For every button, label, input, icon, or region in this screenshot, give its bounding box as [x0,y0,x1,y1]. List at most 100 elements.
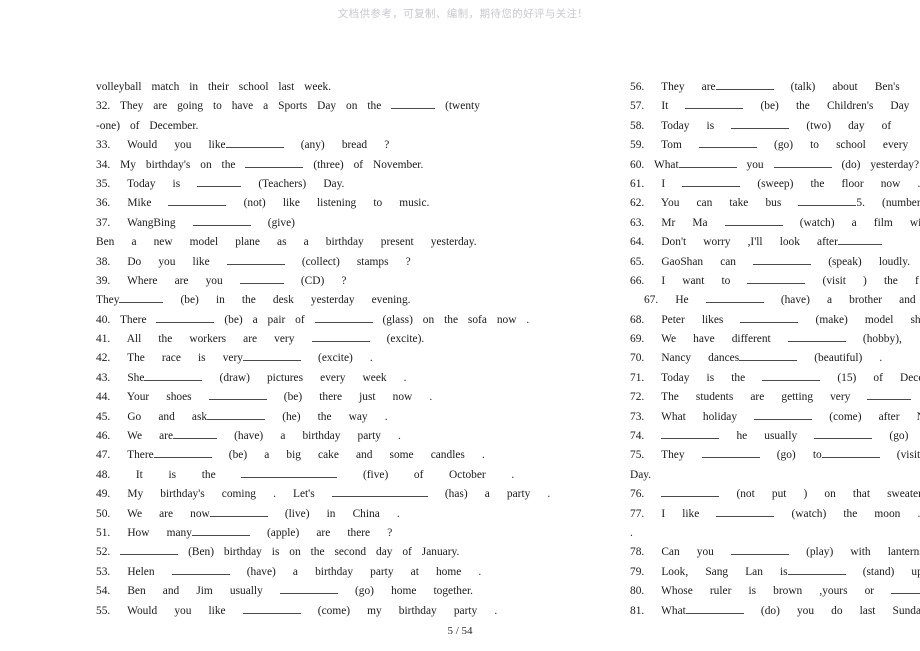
exercise-text: (speak) loudly. [811,255,911,268]
answer-blank[interactable] [787,341,846,343]
exercise-text: 64. Don't worry ,I'll look after [630,236,838,249]
exercise-line: 65. GaoShan can (speak) loudly. [630,253,920,272]
answer-blank[interactable] [661,438,720,440]
exercise-text: 75. They [630,449,702,462]
exercise-text: 68. Peter likes [630,313,741,326]
exercise-text: (has) a party . [427,488,551,501]
answer-blank[interactable] [239,282,284,284]
exercise-text: 45. Go and ask [96,410,208,423]
answer-blank[interactable] [119,302,164,304]
exercise-text: he usually [719,430,815,443]
exercise-text: 60. What [630,158,679,171]
answer-blank[interactable] [311,341,370,343]
answer-blank[interactable] [762,379,821,381]
answer-blank[interactable] [661,496,720,498]
answer-blank[interactable] [314,321,373,323]
answer-blank[interactable] [171,573,230,575]
answer-blank[interactable] [787,573,846,575]
exercise-text: 78. Can you [630,546,731,559]
answer-blank[interactable] [730,554,789,556]
answer-blank[interactable] [814,438,873,440]
answer-blank[interactable] [798,205,857,207]
exercise-line: 81. What (do) you do last Sunday? [630,602,920,621]
answer-blank[interactable] [191,534,250,536]
answer-blank[interactable] [242,612,301,614]
exercise-text: 56. They are [630,81,716,93]
exercise-text: 65. GaoShan can [630,255,754,268]
exercise-line: 74. he usually (go) shop [630,427,920,446]
answer-blank[interactable] [739,360,798,362]
answer-blank[interactable] [331,496,428,498]
exercise-text: 76. [630,488,662,501]
answer-blank[interactable] [740,321,799,323]
answer-blank[interactable] [685,612,744,614]
exercise-text: (not put ) on that sweater ,be [736,488,920,501]
exercise-text: (collect) stamps ? [284,255,411,268]
answer-blank[interactable] [226,263,285,265]
exercise-line: 49. My birthday's coming . Let's (has) a… [96,485,576,504]
answer-blank[interactable] [197,185,242,187]
exercise-text: 34. My birthday's on the [96,158,246,171]
exercise-text: 33. Would you like [96,139,226,152]
exercise-text: (do) yesterday? [831,158,920,171]
answer-blank[interactable] [753,263,812,265]
answer-blank[interactable] [209,515,268,517]
answer-blank[interactable] [245,166,304,168]
exercise-text: you [736,158,774,171]
answer-blank[interactable] [144,379,203,381]
exercise-text: 48. It is the [96,468,242,481]
exercise-text: 81. What [630,604,686,617]
answer-blank[interactable] [754,418,813,420]
answer-blank[interactable] [678,166,737,168]
exercise-text: (sweep) the floor now . [740,177,920,190]
exercise-text: (stand) up . [862,565,920,578]
exercise-line: 57. It (be) the Children's Day [630,97,920,116]
answer-blank[interactable] [701,457,760,459]
exercise-line: 63. Mr Ma (watch) a film wit [630,214,920,233]
answer-blank[interactable] [731,127,790,129]
exercise-line: 59. Tom (go) to school every [630,136,920,155]
answer-blank[interactable] [685,108,744,110]
answer-blank[interactable] [156,321,215,323]
answer-blank[interactable] [241,476,338,478]
exercise-line: . [630,524,920,543]
answer-blank[interactable] [837,244,882,246]
answer-blank[interactable] [698,147,757,149]
answer-blank[interactable] [891,593,920,595]
exercise-text: 40. There [96,313,157,326]
exercise-text: (twenty [435,100,480,113]
exercise-text: 44. Your shoes [96,391,209,404]
answer-blank[interactable] [747,282,806,284]
answer-blank[interactable] [168,205,227,207]
answer-blank[interactable] [192,224,251,226]
answer-blank[interactable] [207,418,266,420]
exercise-text: (make) model shi [798,313,920,326]
answer-blank[interactable] [821,457,880,459]
answer-blank[interactable] [391,108,436,110]
exercise-text: (visit ) the f [805,274,919,287]
exercise-text: (watch) the moon .But [791,507,920,520]
exercise-text: 41. All the workers are very [96,333,312,346]
exercise-line: 40. There (be) a pair of (glass) on the … [96,311,576,330]
answer-blank[interactable] [715,89,774,90]
answer-blank[interactable] [153,457,212,459]
exercise-text: (have) a birthday party . [217,430,401,443]
answer-blank[interactable] [682,185,741,187]
answer-blank[interactable] [724,224,783,226]
answer-blank[interactable] [242,360,301,362]
answer-blank[interactable] [773,166,832,168]
exercise-line: 33. Would you like (any) bread ? [96,136,576,155]
exercise-line: 35. Today is (Teachers) Day. [96,175,576,194]
answer-blank[interactable] [705,302,764,304]
answer-blank[interactable] [173,438,218,440]
answer-blank[interactable] [279,593,338,595]
answer-blank[interactable] [225,147,284,149]
answer-blank[interactable] [716,515,775,517]
answer-blank[interactable] [208,399,267,401]
exercise-text: -one) of December. [96,119,199,132]
exercise-text: (15) of Decembe [837,371,920,384]
exercise-text: (have) a brother and [763,294,916,307]
exercise-text: (not) like listening to music. [226,197,430,210]
answer-blank[interactable] [867,399,912,401]
answer-blank[interactable] [120,554,179,556]
